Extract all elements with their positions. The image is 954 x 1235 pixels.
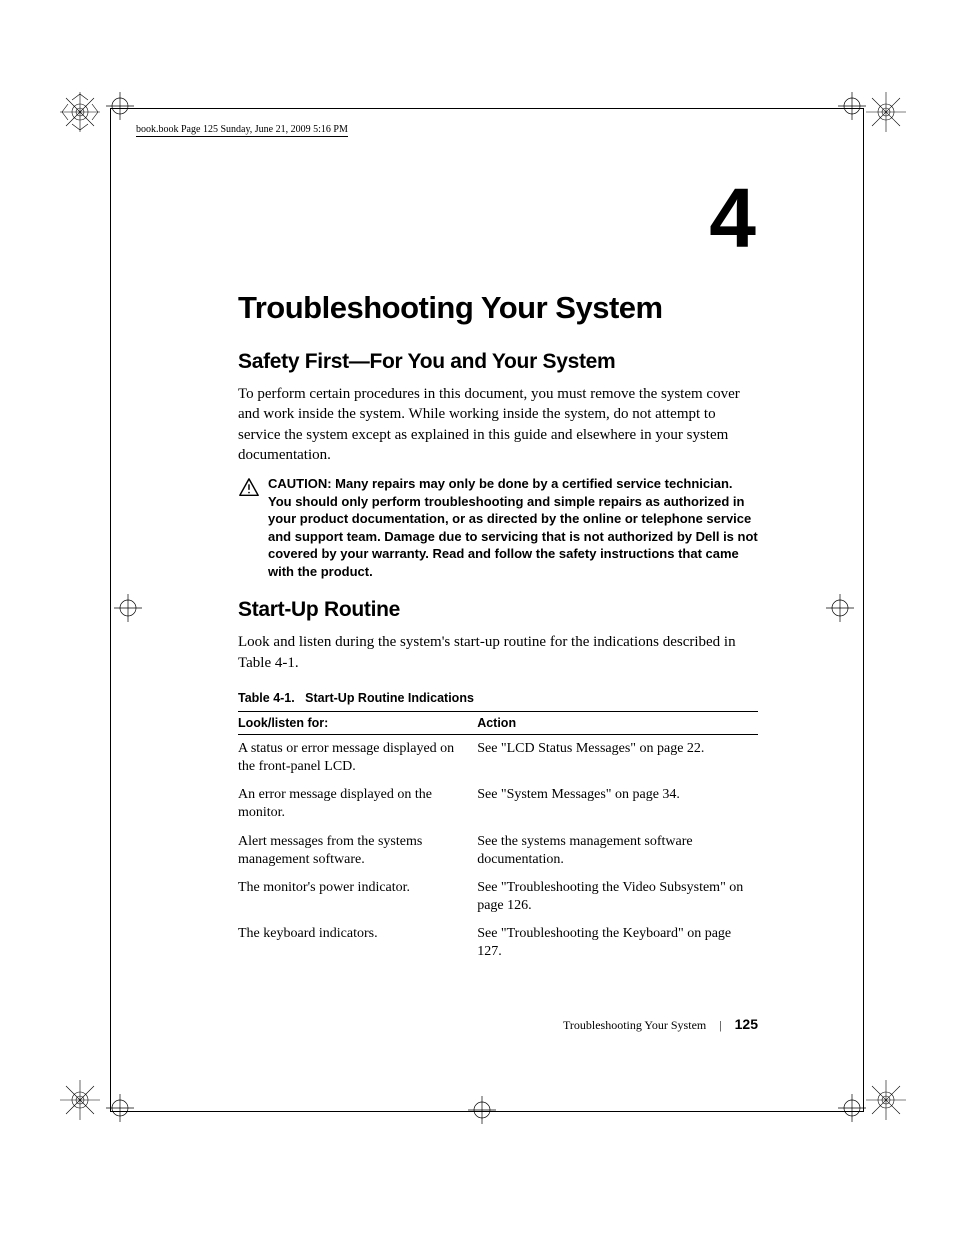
table-row: A status or error message displayed on t… [238,734,758,781]
registration-burst-icon [58,1078,102,1122]
table-cell-look: A status or error message displayed on t… [238,734,477,781]
crop-target-icon [468,1096,496,1124]
crop-target-icon [106,92,134,120]
crop-target-icon [838,92,866,120]
table-caption-title: Start-Up Routine Indications [305,691,474,705]
crop-target-icon [826,594,854,622]
table-row: An error message displayed on the monito… [238,781,758,827]
table-cell-action: See "Troubleshooting the Keyboard" on pa… [477,920,758,966]
running-header: book.book Page 125 Sunday, June 21, 2009… [136,124,348,137]
body-paragraph: To perform certain procedures in this do… [238,384,758,465]
caution-block: CAUTION: Many repairs may only be done b… [238,475,758,580]
footer-section-name: Troubleshooting Your System [563,1018,706,1032]
table-cell-look: Alert messages from the systems manageme… [238,828,477,874]
crop-target-icon [106,1094,134,1122]
page-content: 4 Troubleshooting Your System Safety Fir… [238,176,758,967]
caution-triangle-icon [238,477,260,497]
section-heading-safety: Safety First—For You and Your System [238,350,758,374]
table-cell-action: See "LCD Status Messages" on page 22. [477,734,758,781]
crop-target-icon [838,1094,866,1122]
chapter-number: 4 [238,176,754,260]
table-cell-look: The monitor's power indicator. [238,874,477,920]
footer-page-number: 125 [735,1016,758,1032]
table-row: The monitor's power indicator. See "Trou… [238,874,758,920]
table-cell-look: An error message displayed on the monito… [238,781,477,827]
body-paragraph: Look and listen during the system's star… [238,632,758,673]
caution-label: CAUTION: [268,476,335,491]
crop-target-icon [114,594,142,622]
table-cell-action: See "Troubleshooting the Video Subsystem… [477,874,758,920]
table-cell-look: The keyboard indicators. [238,920,477,966]
table-caption: Table 4-1. Start-Up Routine Indications [238,691,758,705]
caution-text: CAUTION: Many repairs may only be done b… [268,475,758,580]
table-cell-action: See "System Messages" on page 34. [477,781,758,827]
table-header-look: Look/listen for: [238,711,477,734]
table-caption-prefix: Table 4-1. [238,691,295,705]
table-row: Alert messages from the systems manageme… [238,828,758,874]
registration-burst-icon [864,1078,908,1122]
section-heading-startup: Start-Up Routine [238,598,758,622]
registration-burst-icon [864,90,908,134]
table-cell-action: See the systems management software docu… [477,828,758,874]
chapter-title: Troubleshooting Your System [238,290,758,326]
table-row: The keyboard indicators. See "Troublesho… [238,920,758,966]
registration-burst-icon [58,90,102,134]
table-header-action: Action [477,711,758,734]
footer-separator: | [719,1018,721,1033]
indications-table: Look/listen for: Action A status or erro… [238,711,758,967]
caution-body: Many repairs may only be done by a certi… [268,476,758,579]
page-footer: Troubleshooting Your System | 125 [238,1016,758,1033]
